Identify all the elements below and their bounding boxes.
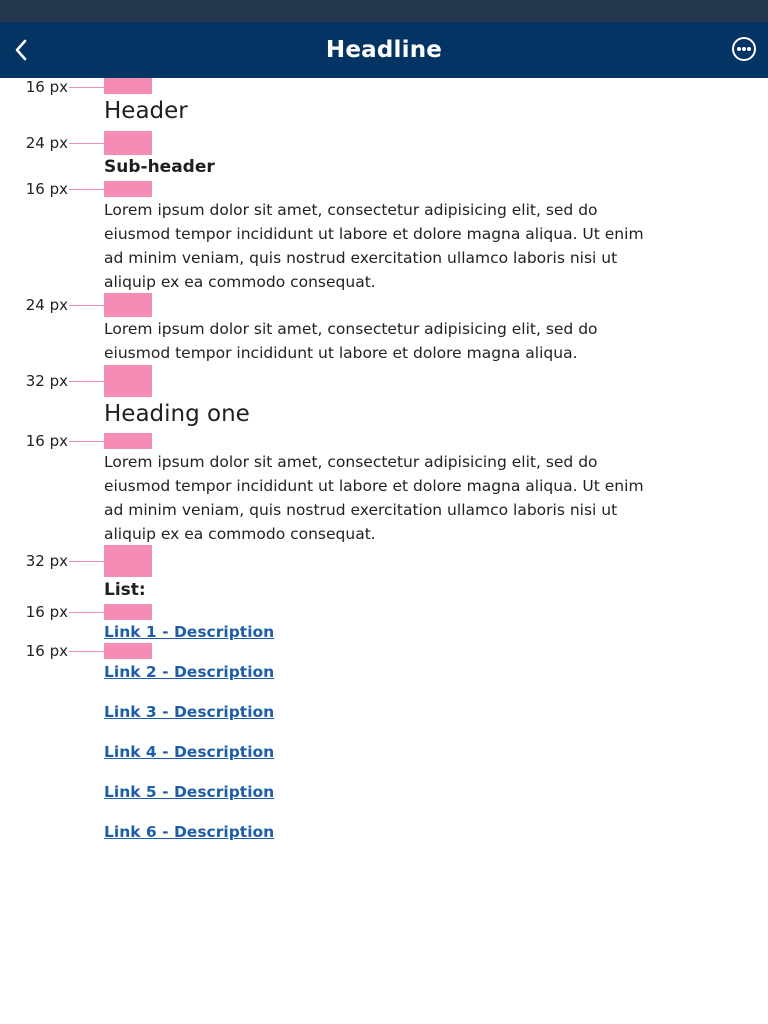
spacing-block	[104, 131, 152, 155]
list-link[interactable]: Link 1 - Description	[104, 622, 274, 642]
spacing-label: 16 px	[25, 642, 68, 660]
spacing-block	[104, 604, 152, 620]
spacing-block	[104, 181, 152, 197]
guide-line	[69, 381, 104, 382]
list-link[interactable]: Link 2 - Description	[104, 662, 274, 682]
spacing-label: 32 px	[25, 552, 68, 570]
spacing-label: 16 px	[25, 180, 68, 198]
spacing-block	[104, 365, 152, 397]
spacing-label: 16 px	[25, 432, 68, 450]
spacing-block	[104, 545, 152, 577]
list-label: List:	[104, 580, 146, 600]
header-heading: Header	[104, 98, 188, 124]
spacing-label: 16 px	[25, 603, 68, 621]
page-title: Headline	[325, 37, 443, 63]
guide-line	[69, 143, 104, 144]
chevron-left-icon	[15, 39, 27, 61]
spacing-block	[104, 293, 152, 317]
subheader-heading: Sub-header	[104, 157, 215, 177]
more-horizontal-icon	[732, 37, 756, 61]
spacing-label: 24 px	[25, 134, 68, 152]
list-link[interactable]: Link 5 - Description	[104, 782, 274, 802]
guide-line	[69, 87, 104, 88]
paragraph: Lorem ipsum dolor sit amet, consectetur …	[104, 320, 598, 362]
more-options-button[interactable]	[729, 34, 759, 64]
guide-line	[69, 189, 104, 190]
heading-one: Heading one	[104, 401, 250, 427]
guide-line	[69, 305, 104, 306]
guide-line	[69, 441, 104, 442]
list-link[interactable]: Link 3 - Description	[104, 702, 274, 722]
guide-line	[69, 561, 104, 562]
spacing-label: 24 px	[25, 296, 68, 314]
list-link[interactable]: Link 4 - Description	[104, 742, 274, 762]
status-bar	[0, 0, 768, 22]
paragraph: Lorem ipsum dolor sit amet, consectetur …	[104, 453, 644, 543]
list-link[interactable]: Link 6 - Description	[104, 822, 274, 842]
guide-line	[69, 612, 104, 613]
back-button[interactable]	[6, 32, 42, 68]
spacing-block	[104, 433, 152, 449]
spacing-block	[104, 78, 152, 94]
spacing-label: 16 px	[25, 78, 68, 96]
navigation-bar: Headline	[0, 22, 768, 78]
paragraph: Lorem ipsum dolor sit amet, consectetur …	[104, 201, 644, 291]
guide-line	[69, 651, 104, 652]
spacing-label: 32 px	[25, 372, 68, 390]
spacing-block	[104, 643, 152, 659]
